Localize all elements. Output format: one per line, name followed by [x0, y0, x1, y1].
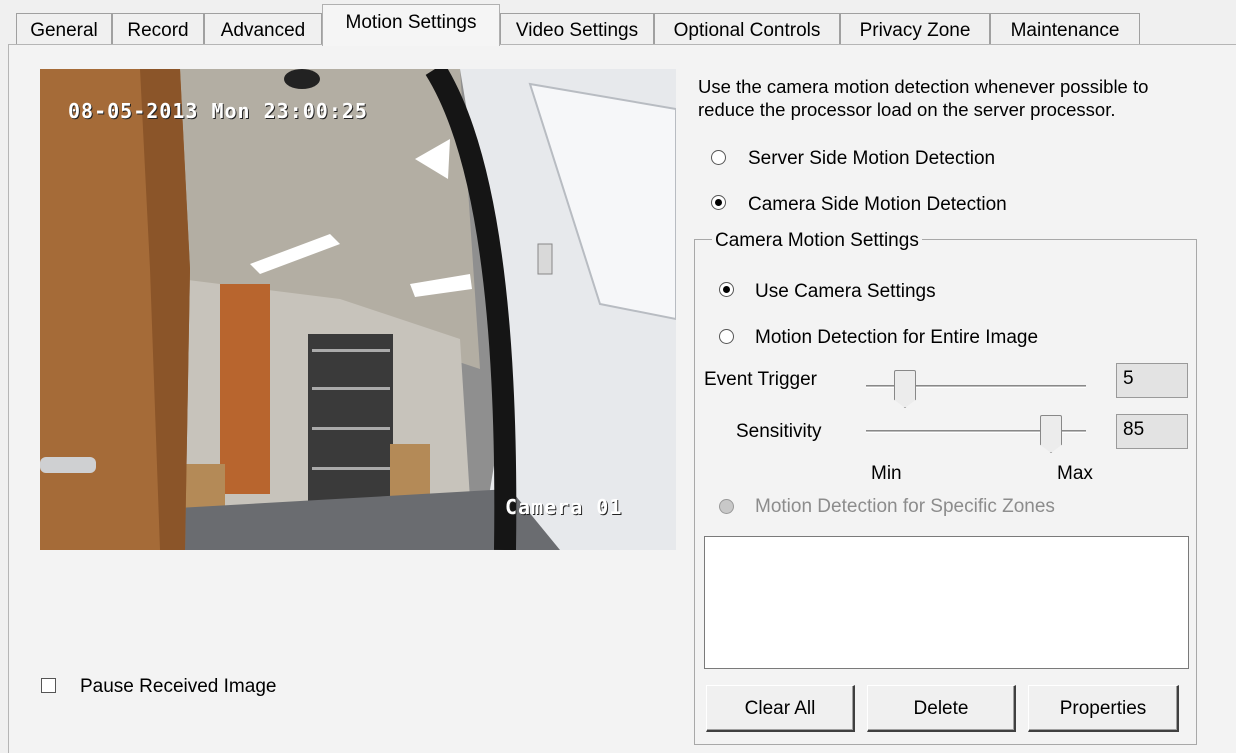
- tab-video-settings[interactable]: Video Settings: [500, 13, 654, 46]
- slider-min-label: Min: [871, 463, 902, 484]
- event-trigger-value-field[interactable]: 5: [1116, 363, 1188, 398]
- pause-received-image-checkbox[interactable]: [41, 678, 56, 693]
- sensitivity-value-field[interactable]: 85: [1116, 414, 1188, 449]
- camera-side-motion-radio[interactable]: [711, 195, 726, 210]
- use-camera-settings-radio[interactable]: [719, 282, 734, 297]
- properties-button[interactable]: Properties: [1028, 685, 1179, 732]
- camera-image: [40, 69, 676, 550]
- tab-maintenance[interactable]: Maintenance: [990, 13, 1140, 46]
- camera-motion-settings-title: Camera Motion Settings: [712, 230, 922, 252]
- tab-advanced[interactable]: Advanced: [204, 13, 322, 46]
- delete-button[interactable]: Delete: [867, 685, 1016, 732]
- server-side-motion-label: Server Side Motion Detection: [748, 148, 996, 169]
- motion-hint-text: Use the camera motion detection whenever…: [698, 75, 1148, 121]
- clear-all-button[interactable]: Clear All: [706, 685, 855, 732]
- tab-record[interactable]: Record: [112, 13, 204, 46]
- camera-preview: 08-05-2013 Mon 23:00:25 Camera 01: [40, 69, 676, 550]
- event-trigger-label: Event Trigger: [704, 369, 817, 390]
- specific-zones-motion-radio[interactable]: [719, 499, 734, 514]
- tab-optional-controls[interactable]: Optional Controls: [654, 13, 840, 46]
- camera-motion-settings-group: [694, 239, 1197, 745]
- camera-timestamp: 08-05-2013 Mon 23:00:25: [68, 99, 368, 123]
- entire-image-motion-radio[interactable]: [719, 329, 734, 344]
- tab-motion-settings[interactable]: Motion Settings: [322, 4, 500, 46]
- pause-received-image-label: Pause Received Image: [80, 676, 277, 697]
- specific-zones-motion-label: Motion Detection for Specific Zones: [755, 496, 1055, 517]
- tab-privacy-zone[interactable]: Privacy Zone: [840, 13, 990, 46]
- tab-strip: General Record Advanced Motion Settings …: [0, 0, 1236, 46]
- tab-general[interactable]: General: [16, 13, 112, 46]
- use-camera-settings-label: Use Camera Settings: [755, 281, 936, 302]
- server-side-motion-radio[interactable]: [711, 150, 726, 165]
- motion-hint-line-2: reduce the processor load on the server …: [698, 99, 1116, 120]
- slider-max-label: Max: [1057, 463, 1093, 484]
- camera-side-motion-label: Camera Side Motion Detection: [748, 194, 1007, 215]
- camera-name-overlay: Camera 01: [505, 495, 623, 519]
- motion-hint-line-1: Use the camera motion detection whenever…: [698, 76, 1149, 97]
- entire-image-motion-label: Motion Detection for Entire Image: [755, 327, 1039, 348]
- motion-zones-list[interactable]: [704, 536, 1189, 669]
- sensitivity-label: Sensitivity: [736, 421, 822, 442]
